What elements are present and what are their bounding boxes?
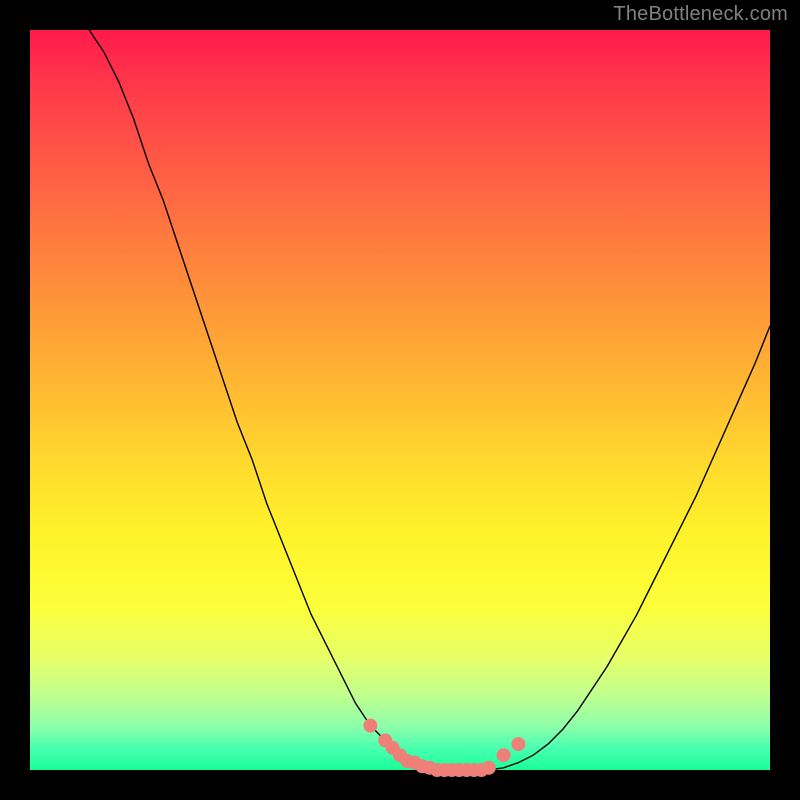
watermark-text: TheBottleneck.com (613, 3, 788, 26)
chart-overlay-svg (30, 30, 770, 770)
chart-frame: TheBottleneck.com (0, 0, 800, 800)
plot-area (30, 30, 770, 770)
marker-dot (482, 761, 496, 775)
marker-dot (363, 719, 377, 733)
bottleneck-curve (89, 30, 770, 770)
marker-dot (511, 737, 525, 751)
marker-dot (497, 748, 511, 762)
